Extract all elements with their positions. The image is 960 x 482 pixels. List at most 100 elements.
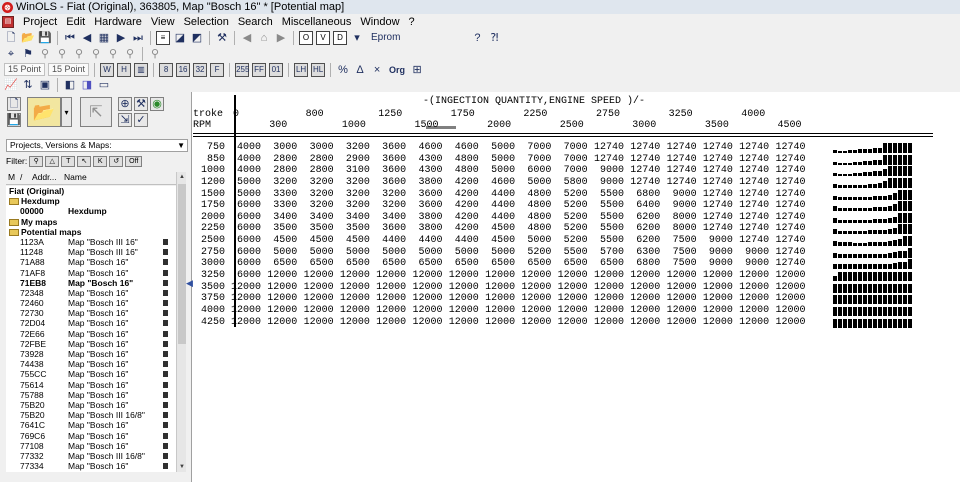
map-cell[interactable]: 12740 bbox=[770, 223, 805, 234]
new-icon[interactable]: 🗋 bbox=[4, 31, 18, 45]
original-icon[interactable]: O bbox=[299, 30, 313, 45]
filter-mark-icon[interactable]: K bbox=[93, 155, 108, 167]
map-cell[interactable]: 12000 bbox=[370, 270, 406, 281]
map-cell[interactable]: 3800 bbox=[407, 223, 442, 234]
map-cell[interactable]: 5200 bbox=[552, 212, 588, 223]
tree-map-item[interactable]: 77334 Map "Bosch 16" bbox=[6, 461, 176, 471]
map-cell[interactable]: 4400 bbox=[407, 235, 442, 246]
map-cell[interactable]: 6200 bbox=[624, 212, 660, 223]
map-cell[interactable]: 12000 bbox=[733, 317, 769, 328]
map-cell[interactable]: 3100 bbox=[334, 165, 370, 176]
map-cell[interactable]: 12000 bbox=[770, 293, 805, 304]
tree-map-item[interactable]: 71EB8 Map "Bosch 16" bbox=[6, 278, 176, 288]
map-cell[interactable]: 12000 bbox=[733, 305, 769, 316]
map-cell[interactable]: 6400 bbox=[624, 200, 660, 211]
tree-project-node[interactable]: Fiat (Original) bbox=[6, 186, 176, 196]
map-cell[interactable]: 3500 bbox=[334, 223, 370, 234]
map-cell[interactable]: 5500 bbox=[588, 223, 624, 234]
map-cell[interactable]: 4800 bbox=[515, 189, 551, 200]
map-cell[interactable]: 12000 bbox=[443, 270, 479, 281]
title-bar[interactable]: ⊗ WinOLS - Fiat (Original), 363805, Map … bbox=[0, 0, 960, 14]
tree-map-item[interactable]: 72FBE Map "Bosch 16" bbox=[6, 339, 176, 349]
tree-map-item[interactable]: 72730 Map "Bosch 16" bbox=[6, 308, 176, 318]
org-button[interactable]: Org bbox=[387, 63, 407, 77]
map-cell[interactable]: 7500 bbox=[661, 235, 697, 246]
font-size-combo-1[interactable]: 15 Point bbox=[4, 63, 46, 76]
map-cell[interactable]: 12740 bbox=[661, 154, 697, 165]
map-cell[interactable]: 6500 bbox=[515, 258, 551, 269]
map-cell[interactable]: 3300 bbox=[261, 200, 297, 211]
map-cell[interactable]: 4200 bbox=[443, 200, 479, 211]
tree-map-item[interactable]: 71AF8 Map "Bosch 16" bbox=[6, 268, 176, 278]
map-cell[interactable]: 12000 bbox=[588, 305, 624, 316]
map-cell[interactable]: 12740 bbox=[770, 177, 805, 188]
map-cell[interactable]: 12000 bbox=[261, 305, 297, 316]
back-icon[interactable]: ◀ bbox=[240, 31, 254, 45]
2d-view-icon[interactable]: ◪ bbox=[173, 31, 187, 45]
map-cell[interactable]: 6500 bbox=[552, 258, 588, 269]
save-project-button[interactable]: 💾 bbox=[7, 113, 21, 127]
map-unmark-icon[interactable]: ⚲ bbox=[123, 47, 137, 61]
tree-scrollbar[interactable]: ▲ ▼ bbox=[176, 172, 186, 472]
map-cell[interactable]: 12000 bbox=[770, 305, 805, 316]
map-cell[interactable]: 3300 bbox=[261, 189, 297, 200]
map-cell[interactable]: 6000 bbox=[225, 270, 261, 281]
map-cell[interactable]: 9000 bbox=[733, 258, 769, 269]
filter-off-button[interactable]: Off bbox=[125, 155, 143, 167]
tree-column-2[interactable]: Addr... bbox=[30, 172, 62, 184]
map-cell[interactable]: 12000 bbox=[407, 305, 442, 316]
map-cell[interactable]: 6000 bbox=[515, 165, 551, 176]
map-cell[interactable]: 4600 bbox=[479, 177, 515, 188]
map-cell[interactable]: 3800 bbox=[407, 212, 442, 223]
width-icon[interactable]: W bbox=[100, 62, 115, 77]
map-cell[interactable]: 2900 bbox=[334, 154, 370, 165]
map-cell[interactable]: 12000 bbox=[334, 317, 370, 328]
map-cell[interactable]: 12000 bbox=[334, 305, 370, 316]
open-project-button[interactable]: 📂 bbox=[27, 97, 61, 127]
map-cell[interactable]: 5000 bbox=[479, 165, 515, 176]
map-cell[interactable]: 12000 bbox=[515, 305, 551, 316]
map-cell[interactable]: 12000 bbox=[298, 293, 334, 304]
map-cell[interactable]: 12740 bbox=[733, 235, 769, 246]
map-cell[interactable]: 6500 bbox=[298, 258, 334, 269]
map-cell[interactable]: 5500 bbox=[552, 247, 588, 258]
tree-map-item[interactable]: 72460 Map "Bosch 16" bbox=[6, 298, 176, 308]
online-button[interactable]: ◉ bbox=[150, 97, 164, 111]
map-cell[interactable]: 12000 bbox=[661, 293, 697, 304]
map-cell[interactable]: 12740 bbox=[697, 142, 733, 153]
map-cell[interactable]: 12000 bbox=[225, 282, 261, 293]
map-cell[interactable]: 4400 bbox=[479, 212, 515, 223]
map-cell[interactable]: 12740 bbox=[624, 177, 660, 188]
save-icon[interactable]: 💾 bbox=[38, 31, 52, 45]
map-cell[interactable]: 12000 bbox=[661, 317, 697, 328]
map-cell[interactable]: 12000 bbox=[552, 305, 588, 316]
map-cell[interactable]: 12740 bbox=[770, 165, 805, 176]
map-cell[interactable]: 12000 bbox=[697, 282, 733, 293]
map-cell[interactable]: 4500 bbox=[479, 223, 515, 234]
map-cell[interactable]: 5000 bbox=[225, 177, 261, 188]
map-cell[interactable]: 4400 bbox=[479, 189, 515, 200]
map-cell[interactable]: 7000 bbox=[552, 154, 588, 165]
map-cell[interactable]: 7000 bbox=[515, 142, 551, 153]
map-cell[interactable]: 12000 bbox=[334, 293, 370, 304]
map-cell[interactable]: 5500 bbox=[588, 189, 624, 200]
map-cell[interactable]: 6200 bbox=[624, 235, 660, 246]
map-cell[interactable]: 12740 bbox=[624, 142, 660, 153]
map-cell[interactable]: 8000 bbox=[661, 212, 697, 223]
map-cell[interactable]: 5000 bbox=[298, 247, 334, 258]
map-cell[interactable]: 4800 bbox=[443, 154, 479, 165]
project-tree[interactable]: Fiat (Original) Hexdump 00000 Hexdump My map… bbox=[6, 186, 176, 472]
map-cell[interactable]: 12000 bbox=[770, 282, 805, 293]
map-cell[interactable]: 12740 bbox=[661, 177, 697, 188]
map-cell[interactable]: 12000 bbox=[261, 293, 297, 304]
filter-text-icon[interactable]: T bbox=[61, 155, 76, 167]
map-cell[interactable]: 5500 bbox=[588, 212, 624, 223]
lohi-icon[interactable]: LH bbox=[294, 62, 309, 77]
map-cell[interactable]: 12740 bbox=[770, 189, 805, 200]
map-cell[interactable]: 4500 bbox=[479, 235, 515, 246]
filter-pointer-icon[interactable]: ↖ bbox=[77, 155, 92, 167]
map-cell[interactable]: 4800 bbox=[443, 165, 479, 176]
map-cell[interactable]: 5000 bbox=[479, 247, 515, 258]
map-cell[interactable]: 3400 bbox=[370, 212, 406, 223]
map-cell[interactable]: 5000 bbox=[261, 247, 297, 258]
